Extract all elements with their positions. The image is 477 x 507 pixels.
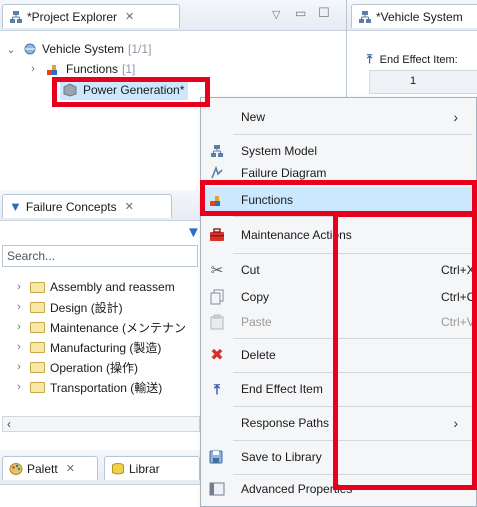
editor-tabbar: *Vehicle System bbox=[347, 0, 477, 31]
library-icon bbox=[112, 462, 124, 474]
highlight-box-target-area bbox=[333, 212, 477, 490]
minimize-icon[interactable]: ▭ bbox=[295, 6, 306, 20]
menu-item-label: System Model bbox=[241, 144, 318, 158]
menu-item-new[interactable]: New › bbox=[201, 102, 476, 132]
menu-item-label: Paste bbox=[241, 315, 272, 329]
toolbox-icon bbox=[207, 225, 227, 245]
tree-item-functions[interactable]: › Functions [1] bbox=[28, 60, 135, 78]
menu-item-label: Failure Diagram bbox=[241, 166, 327, 180]
folder-icon bbox=[30, 281, 45, 293]
end-effect-header: ⤒ End Effect Item: bbox=[367, 52, 458, 67]
menu-item-label: End Effect Item bbox=[241, 382, 323, 396]
scissors-icon: ✂ bbox=[210, 262, 224, 279]
arrow-up-bar-icon: ⤒ bbox=[213, 380, 221, 397]
system-model-icon bbox=[207, 141, 227, 161]
list-item-label: Manufacturing (製造) bbox=[50, 340, 162, 355]
chevron-right-icon[interactable]: › bbox=[28, 63, 38, 75]
column-header: 1 bbox=[369, 70, 477, 94]
menu-item-label: New bbox=[241, 110, 266, 124]
chevron-right-icon[interactable]: › bbox=[14, 361, 24, 373]
chevron-right-icon[interactable]: › bbox=[14, 381, 24, 393]
folder-icon bbox=[30, 321, 45, 333]
project-explorer-tabbar: *Project Explorer ✕ ▽ ▭ ☐ bbox=[0, 0, 346, 31]
column-value: 1 bbox=[410, 75, 417, 87]
close-icon[interactable]: ✕ bbox=[125, 200, 134, 213]
chevron-right-icon[interactable]: › bbox=[14, 321, 24, 333]
paste-icon bbox=[207, 312, 227, 332]
list-item-label: Design (設計) bbox=[50, 300, 123, 315]
menu-item-label: Save to Library bbox=[241, 450, 322, 464]
chevron-right-icon: › bbox=[453, 109, 458, 125]
tab-library[interactable]: Librar bbox=[104, 456, 200, 480]
list-item-label: Maintenance (メンテナン bbox=[50, 320, 187, 335]
folder-icon bbox=[30, 361, 45, 373]
list-item-label: Transportation (輸送) bbox=[50, 380, 163, 395]
menu-item-label: Response Paths bbox=[241, 416, 330, 430]
arrow-up-bar-icon: ⤒ bbox=[367, 52, 373, 66]
filter-button-icon[interactable]: ▼ bbox=[186, 224, 201, 241]
tab-project-explorer-label: *Project Explorer bbox=[27, 9, 118, 24]
tree-item-count: [1] bbox=[122, 62, 136, 76]
list-item[interactable]: › Manufacturing (製造) bbox=[14, 338, 161, 356]
save-library-icon bbox=[207, 447, 227, 467]
maximize-icon[interactable]: ☐ bbox=[318, 5, 330, 21]
project-explorer-icon bbox=[10, 10, 22, 23]
properties-icon bbox=[207, 479, 227, 499]
list-item[interactable]: › Assembly and reassem bbox=[14, 278, 175, 296]
close-icon[interactable]: ✕ bbox=[125, 10, 134, 23]
list-item-label: Operation (操作) bbox=[50, 360, 139, 375]
folder-icon bbox=[30, 301, 45, 313]
tab-vehicle-system-label: *Vehicle System bbox=[376, 9, 463, 24]
tab-failure-concepts[interactable]: ▼ Failure Concepts ✕ bbox=[2, 194, 172, 218]
chevron-right-icon[interactable]: › bbox=[14, 341, 24, 353]
menu-item-label: Copy bbox=[241, 290, 270, 304]
end-effect-label: End Effect Item: bbox=[379, 54, 458, 66]
chevron-down-icon[interactable]: ⌄ bbox=[6, 43, 16, 56]
copy-icon bbox=[207, 287, 227, 307]
list-item[interactable]: › Transportation (輸送) bbox=[14, 378, 162, 396]
tree-item-count: [1/1] bbox=[128, 42, 152, 56]
list-item[interactable]: › Operation (操作) bbox=[14, 358, 138, 376]
list-item[interactable]: › Maintenance (メンテナン bbox=[14, 318, 186, 336]
tree-item-label: Functions bbox=[66, 62, 119, 76]
tab-project-explorer[interactable]: *Project Explorer ✕ bbox=[2, 4, 180, 28]
project-explorer-icon bbox=[359, 10, 371, 23]
search-placeholder: Search... bbox=[7, 249, 56, 263]
view-menu-icon[interactable]: ▽ bbox=[272, 8, 280, 21]
folder-icon bbox=[30, 341, 45, 353]
menu-item-label: Delete bbox=[241, 348, 276, 362]
tree-item-label: Vehicle System bbox=[42, 42, 125, 56]
highlight-box-functions bbox=[200, 180, 477, 216]
chevron-right-icon[interactable]: › bbox=[14, 281, 24, 293]
tab-failure-concepts-label: Failure Concepts bbox=[25, 199, 117, 214]
horizontal-scrollbar[interactable]: ‹ bbox=[2, 416, 200, 432]
search-input[interactable]: Search... bbox=[2, 245, 198, 267]
close-icon[interactable]: ✕ bbox=[66, 462, 75, 475]
menu-separator bbox=[233, 134, 472, 135]
tab-palette-label: Palett bbox=[27, 461, 58, 476]
list-item-label: Assembly and reassem bbox=[50, 280, 175, 294]
menu-item-label: Cut bbox=[241, 263, 260, 277]
system-model-icon bbox=[24, 43, 36, 55]
functions-icon bbox=[47, 65, 57, 75]
tab-palette[interactable]: Palett ✕ bbox=[2, 456, 98, 480]
filter-icon: ▼ bbox=[9, 199, 22, 214]
folder-icon bbox=[30, 381, 45, 393]
tree-item-vehicle-system[interactable]: ⌄ Vehicle System [1/1] bbox=[6, 40, 151, 58]
highlight-box-power-generation bbox=[52, 77, 210, 107]
delete-icon: ✖ bbox=[210, 347, 224, 364]
tab-vehicle-system[interactable]: *Vehicle System bbox=[351, 4, 477, 28]
scroll-left-icon[interactable]: ‹ bbox=[7, 417, 11, 431]
tab-library-label: Librar bbox=[129, 461, 160, 476]
list-item[interactable]: › Design (設計) bbox=[14, 298, 123, 316]
chevron-right-icon[interactable]: › bbox=[14, 301, 24, 313]
palette-icon bbox=[9, 462, 23, 475]
